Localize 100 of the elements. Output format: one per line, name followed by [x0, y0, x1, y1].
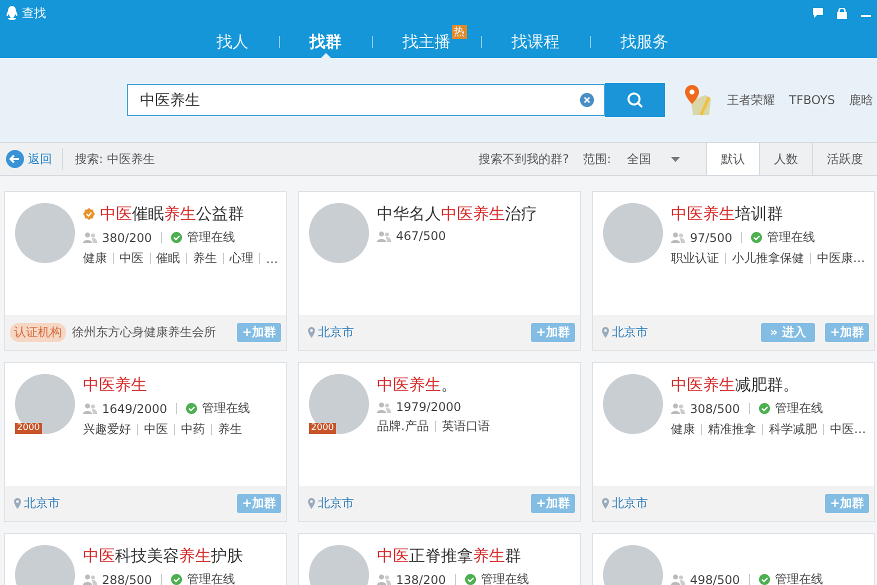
group-tag: 品牌.产品	[377, 418, 429, 435]
sort-tab[interactable]: 默认	[706, 143, 759, 175]
location-pin-icon	[602, 327, 609, 338]
check-circle-icon	[464, 574, 476, 585]
caret-icon	[671, 156, 680, 162]
scope-dropdown[interactable]: 全国	[627, 150, 690, 168]
group-title[interactable]: 中医养生	[83, 374, 147, 396]
group-tag: 催眠	[156, 250, 180, 267]
hot-search-link[interactable]: TFBOYS	[789, 93, 835, 107]
organization-name: 徐州东方心身健康养生会所	[72, 324, 216, 341]
member-count: 97/500	[690, 230, 732, 244]
penguin-icon	[6, 6, 18, 20]
check-circle-icon	[170, 574, 182, 585]
level-badge: 2000	[309, 423, 336, 434]
location-pin-icon	[14, 498, 21, 509]
group-tag: 小儿推拿保健	[732, 250, 804, 267]
feedback-icon[interactable]	[813, 8, 823, 18]
clear-icon[interactable]	[580, 93, 594, 107]
group-tag: 健康	[83, 250, 107, 267]
group-card[interactable]: 中医养生减肥群。 308/500 管理在线 健康 精准推拿 科学减肥 中医… 北京市 +加群	[592, 362, 875, 522]
group-tag: 中药	[181, 421, 205, 438]
group-card[interactable]: 中华名人中医养生治疗 467/500 北京市 +加群	[298, 191, 581, 351]
members-icon	[671, 574, 685, 585]
group-tag: 中医	[144, 421, 168, 438]
members-icon	[83, 232, 97, 243]
check-circle-icon	[758, 574, 770, 585]
members-icon	[83, 403, 97, 414]
lock-icon[interactable]	[837, 8, 847, 18]
members-icon	[83, 574, 97, 585]
sort-tab[interactable]: 活跃度	[812, 143, 877, 175]
group-card[interactable]: 中医养生培训群 97/500 管理在线 职业认证 小儿推拿保健 中医康… 北京市 » 进入 +加群	[592, 191, 875, 351]
scope-label: 范围:	[582, 150, 611, 168]
group-tag: 兴趣爱好	[83, 421, 131, 438]
hot-search-link[interactable]: 王者荣耀	[727, 92, 775, 108]
group-tag: 职业认证	[671, 250, 719, 267]
group-card[interactable]: 中医科技美容养生护肤 288/500 管理在线	[4, 533, 287, 585]
level-badge: 2000	[15, 423, 42, 434]
map-pin-icon[interactable]	[683, 83, 713, 117]
location-pin-icon	[308, 327, 315, 338]
group-tag: 精准推拿	[708, 421, 756, 438]
member-count: 288/500	[102, 572, 152, 585]
location-link[interactable]: 北京市	[612, 495, 648, 512]
members-icon	[671, 232, 685, 243]
group-tag: 养生	[192, 250, 217, 267]
search-query-label: 搜索: 中医养生	[75, 150, 155, 168]
back-button[interactable]: 返回	[6, 148, 63, 170]
check-circle-icon	[186, 403, 198, 414]
location-pin-icon	[308, 498, 315, 509]
members-icon	[377, 574, 391, 585]
group-card[interactable]: 2000 中医养生 1649/2000 管理在线 兴趣爱好 中医 中药 养生 北京市 +加群	[4, 362, 287, 522]
nav-tab[interactable]: 找群	[280, 27, 372, 57]
group-title[interactable]: 中医养生。	[377, 374, 457, 396]
location-link[interactable]: 北京市	[612, 324, 648, 341]
member-count: 1649/2000	[102, 402, 168, 416]
certified-tag: 认证机构	[10, 323, 66, 342]
search-icon	[627, 92, 643, 108]
search-field[interactable]: 中医养生	[127, 84, 605, 116]
sort-tab[interactable]: 人数	[759, 143, 812, 175]
location-link[interactable]: 北京市	[318, 495, 354, 512]
group-tag: 英语口语	[442, 418, 490, 435]
admin-online-status: 管理在线	[774, 400, 823, 417]
group-title[interactable]: 中医养生减肥群。	[671, 374, 799, 396]
group-title[interactable]: 中医养生培训群	[671, 204, 783, 224]
window-title: 查找	[22, 4, 46, 22]
admin-online-status: 管理在线	[186, 571, 235, 585]
admin-online-status: 管理在线	[202, 400, 250, 417]
group-card[interactable]: 中医催眠养生公益群 380/200 管理在线 健康 中医 催眠 养生 心理 … 认证机构 徐州东方心身健康养生会所 +加群	[4, 191, 287, 351]
location-link[interactable]: 北京市	[318, 324, 354, 341]
group-title[interactable]: 中医正脊推拿养生群	[377, 546, 521, 566]
group-card[interactable]: 498/500 管理在线	[592, 533, 875, 585]
hot-search-link[interactable]: 鹿晗	[849, 92, 873, 108]
member-count: 1979/2000	[396, 400, 462, 414]
group-tag: 科学减肥	[769, 421, 817, 438]
location-pin-icon	[602, 498, 609, 509]
group-tag: 心理	[229, 250, 254, 267]
group-card[interactable]: 2000 中医养生。 1979/2000 品牌.产品 英语口语 北京市 +加群	[298, 362, 581, 522]
member-count: 498/500	[690, 572, 740, 585]
hot-badge: 热	[452, 25, 466, 39]
group-title[interactable]: 中医科技美容养生护肤	[83, 546, 243, 566]
admin-online-status: 管理在线	[774, 571, 823, 585]
group-card[interactable]: 中医正脊推拿养生群 138/200 管理在线	[298, 533, 581, 585]
group-tag: 中医…	[830, 421, 866, 438]
check-circle-icon	[758, 403, 770, 414]
member-count: 138/200	[396, 572, 446, 585]
group-tag: …	[266, 252, 278, 266]
member-count: 467/500	[396, 229, 446, 243]
group-title[interactable]: 中华名人中医养生治疗	[377, 204, 537, 224]
group-title[interactable]: 中医催眠养生公益群	[100, 204, 244, 224]
help-link[interactable]: 搜索不到我的群?	[478, 150, 569, 168]
admin-online-status: 管理在线	[767, 229, 816, 246]
admin-online-status: 管理在线	[186, 229, 235, 246]
check-circle-icon	[170, 232, 182, 243]
member-count: 380/200	[102, 230, 152, 244]
members-icon	[671, 403, 685, 414]
members-icon	[377, 402, 391, 412]
group-tag: 中医康…	[817, 250, 865, 267]
location-link[interactable]: 北京市	[24, 495, 60, 512]
search-button[interactable]	[605, 83, 665, 117]
group-tag: 健康	[671, 421, 695, 438]
group-tag: 养生	[218, 421, 242, 438]
